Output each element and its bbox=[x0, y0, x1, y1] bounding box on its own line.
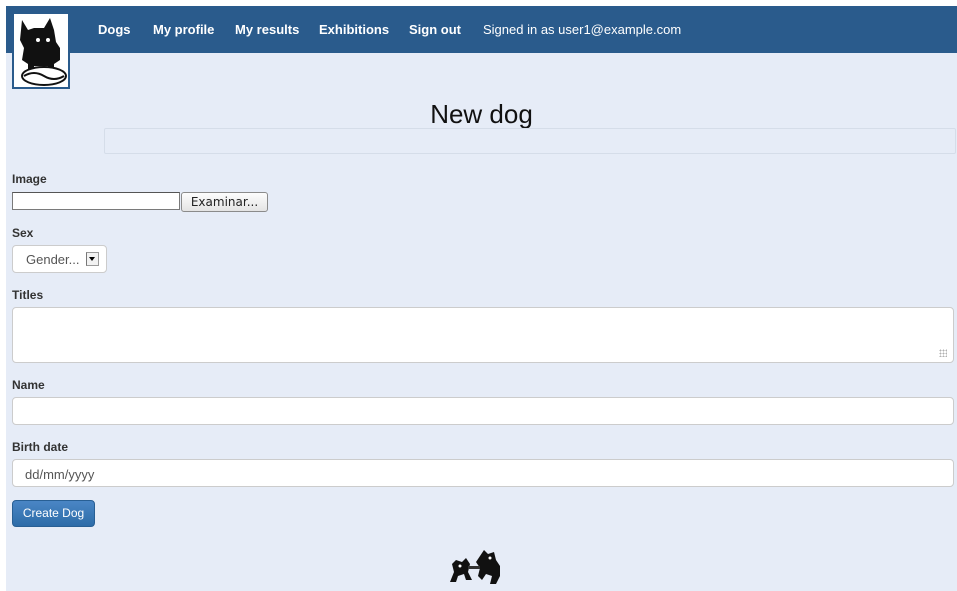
title-underline-bar bbox=[104, 128, 956, 154]
titles-label: Titles bbox=[12, 288, 44, 302]
footer-dogs-illustration bbox=[444, 546, 506, 586]
bulldog-logo[interactable] bbox=[12, 12, 70, 89]
sex-select-value: Gender... bbox=[26, 252, 80, 267]
signed-in-status: Signed in as user1@example.com bbox=[483, 22, 682, 37]
birth-date-placeholder: dd/mm/yyyy bbox=[25, 467, 95, 482]
nav-exhibitions-link[interactable]: Exhibitions bbox=[319, 6, 389, 53]
nav-my-results-link[interactable]: My results bbox=[235, 6, 299, 53]
titles-textarea[interactable] bbox=[12, 307, 954, 363]
birth-date-input[interactable]: dd/mm/yyyy bbox=[12, 459, 954, 487]
name-label: Name bbox=[12, 378, 45, 392]
nav-sign-out-link[interactable]: Sign out bbox=[409, 6, 461, 53]
top-navbar: Dogs My profile My results Exhibitions S… bbox=[6, 6, 957, 53]
sex-label: Sex bbox=[12, 226, 34, 240]
nav-dogs-link[interactable]: Dogs bbox=[98, 6, 131, 53]
chevron-down-icon bbox=[86, 252, 99, 266]
bulldog-logo-icon bbox=[14, 14, 68, 87]
name-input[interactable] bbox=[12, 397, 954, 425]
page-background: Dogs My profile My results Exhibitions S… bbox=[6, 6, 957, 591]
birth-date-label: Birth date bbox=[12, 440, 69, 454]
image-file-input[interactable] bbox=[12, 192, 180, 210]
create-dog-button[interactable]: Create Dog bbox=[12, 500, 95, 527]
browse-file-button[interactable]: Examinar... bbox=[181, 192, 268, 212]
dogs-illustration-icon bbox=[450, 550, 500, 584]
nav-my-profile-link[interactable]: My profile bbox=[153, 6, 214, 53]
page-title: New dog bbox=[430, 99, 533, 129]
resize-grip-icon[interactable] bbox=[939, 349, 947, 357]
image-label: Image bbox=[12, 172, 47, 186]
sex-select[interactable]: Gender... bbox=[12, 245, 107, 273]
